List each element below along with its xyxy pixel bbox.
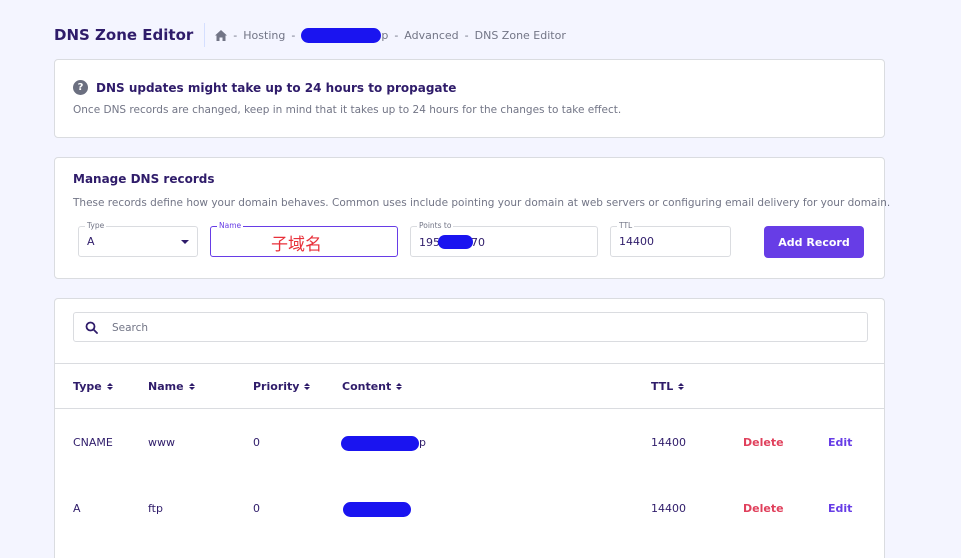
sort-icon — [396, 383, 403, 390]
question-circle-icon: ? — [73, 80, 88, 95]
top-bar: DNS Zone Editor - Hosting - p - Advanced… — [54, 22, 566, 48]
redaction-mark — [438, 235, 473, 249]
record-content-suffix: p — [419, 436, 426, 449]
record-type: CNAME — [73, 436, 113, 449]
breadcrumb-separator: - — [291, 28, 296, 42]
record-priority: 0 — [253, 436, 260, 449]
search-box[interactable] — [73, 312, 868, 342]
column-header-label: TTL — [651, 380, 674, 393]
breadcrumb: - Hosting - p - Advanced - DNS Zone Edit… — [215, 27, 566, 43]
column-header-type[interactable]: Type — [73, 380, 113, 393]
ttl-field[interactable]: TTL — [610, 221, 731, 257]
page-title: DNS Zone Editor — [54, 26, 194, 44]
column-header-priority[interactable]: Priority — [253, 380, 311, 393]
breadcrumb-hosting[interactable]: Hosting — [243, 29, 285, 42]
record-ttl: 14400 — [651, 502, 686, 515]
sort-icon — [106, 383, 113, 390]
name-annotation: 子域名 — [271, 235, 322, 255]
points-to-label: Points to — [417, 221, 454, 230]
type-value: A — [87, 235, 95, 248]
notice-text: Once DNS records are changed, keep in mi… — [73, 104, 622, 116]
record-content — [343, 476, 411, 542]
breadcrumb-separator: - — [464, 28, 469, 42]
manage-title: Manage DNS records — [73, 172, 215, 186]
notice-title: DNS updates might take up to 24 hours to… — [96, 80, 457, 95]
table-row: CNAME www 0 p 14400 Delete Edit — [55, 410, 884, 476]
redaction-mark — [301, 27, 382, 43]
redaction-mark — [341, 435, 419, 451]
record-type: A — [73, 502, 81, 515]
points-to-suffix: 70 — [471, 235, 485, 249]
delete-button[interactable]: Delete — [743, 476, 784, 542]
points-to-field[interactable]: Points to 195 70 — [410, 221, 598, 257]
sort-icon — [188, 383, 195, 390]
breadcrumb-advanced[interactable]: Advanced — [404, 29, 458, 42]
notice-header: ? DNS updates might take up to 24 hours … — [73, 80, 456, 95]
breadcrumb-separator: - — [394, 28, 399, 42]
breadcrumb-current: DNS Zone Editor — [474, 28, 566, 42]
record-content: p — [341, 410, 426, 476]
sort-icon — [678, 383, 685, 390]
table-row: A ftp 0 14400 Delete Edit — [55, 476, 884, 542]
column-header-name[interactable]: Name — [148, 380, 195, 393]
record-name: www — [148, 436, 175, 449]
manage-description: These records define how your domain beh… — [73, 197, 891, 209]
table-header: Type Name Priority Content TTL — [55, 363, 884, 409]
name-label: Name — [217, 221, 244, 230]
redaction-mark — [343, 501, 411, 517]
edit-button[interactable]: Edit — [828, 476, 852, 542]
sort-icon — [304, 383, 311, 390]
column-header-label: Content — [342, 380, 392, 393]
type-select[interactable]: Type A — [78, 221, 198, 257]
column-header-label: Priority — [253, 380, 300, 393]
ttl-input[interactable] — [619, 235, 727, 248]
home-icon[interactable] — [215, 29, 228, 41]
propagation-notice-card: ? DNS updates might take up to 24 hours … — [54, 59, 885, 138]
record-ttl: 14400 — [651, 436, 686, 449]
delete-button[interactable]: Delete — [743, 410, 784, 476]
column-header-ttl[interactable]: TTL — [651, 380, 685, 393]
edit-button[interactable]: Edit — [828, 410, 852, 476]
dns-records-card: Type Name Priority Content TTL CNAME www… — [54, 298, 885, 558]
record-name: ftp — [148, 502, 163, 515]
ttl-label: TTL — [617, 221, 635, 230]
points-to-prefix: 195 — [419, 235, 440, 249]
chevron-down-icon — [181, 240, 189, 244]
column-header-label: Name — [148, 380, 184, 393]
breadcrumb-domain[interactable]: p — [301, 27, 389, 43]
search-input[interactable] — [110, 319, 814, 337]
manage-dns-card: Manage DNS records These records define … — [54, 157, 890, 279]
name-field[interactable]: Name 子域名 — [210, 221, 398, 257]
type-label: Type — [85, 221, 107, 230]
record-priority: 0 — [253, 502, 260, 515]
breadcrumb-separator: - — [233, 28, 238, 42]
search-icon — [85, 321, 98, 334]
points-to-value: 195 70 — [419, 235, 485, 249]
breadcrumb-domain-suffix: p — [381, 28, 389, 42]
title-divider — [204, 23, 206, 47]
column-header-content[interactable]: Content — [342, 380, 403, 393]
column-header-label: Type — [73, 380, 102, 393]
add-record-button[interactable]: Add Record — [764, 226, 864, 258]
